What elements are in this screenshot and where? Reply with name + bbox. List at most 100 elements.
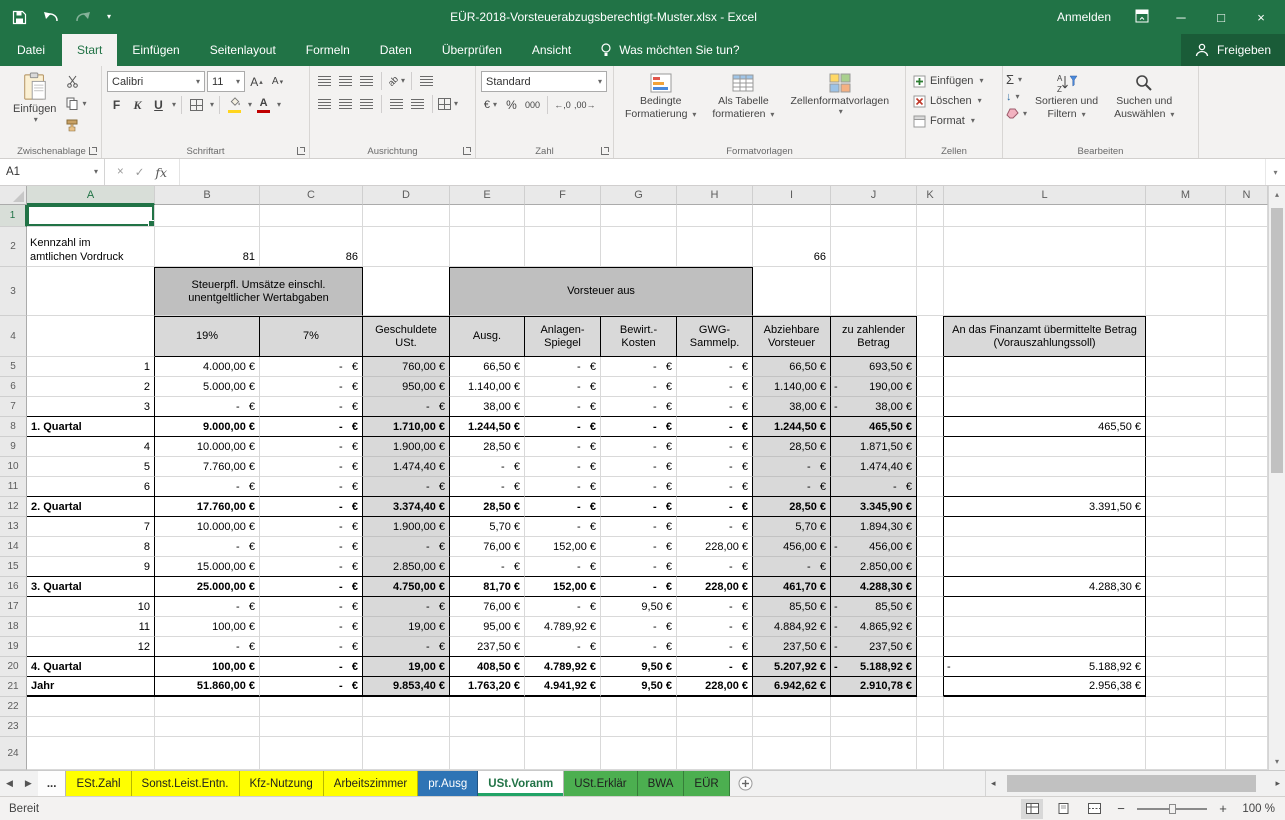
- cell-F6[interactable]: - €: [525, 377, 601, 397]
- cell-L2[interactable]: [944, 227, 1146, 267]
- row-header-18[interactable]: 18: [0, 617, 27, 637]
- cell-E4[interactable]: Ausg.: [450, 316, 525, 357]
- accounting-format-button[interactable]: €▾: [481, 95, 500, 115]
- cell-J17[interactable]: -85,50 €: [831, 597, 917, 617]
- align-middle-button[interactable]: [336, 71, 355, 91]
- decrease-decimal-button[interactable]: ,00→: [574, 95, 596, 115]
- cell-D1[interactable]: [363, 205, 450, 227]
- cell-A17[interactable]: 10: [27, 597, 155, 617]
- row-header-14[interactable]: 14: [0, 537, 27, 557]
- cell-E16[interactable]: 81,70 €: [450, 577, 525, 597]
- cell-F2[interactable]: [525, 227, 601, 267]
- horizontal-scrollbar[interactable]: ◂ ▸: [985, 771, 1285, 796]
- cell-E11[interactable]: - €: [450, 477, 525, 497]
- cell-M3[interactable]: [1146, 267, 1226, 316]
- cell-I15[interactable]: - €: [753, 557, 831, 577]
- cell-D15[interactable]: 2.850,00 €: [363, 557, 450, 577]
- cell-B13[interactable]: 10.000,00 €: [155, 517, 260, 537]
- cell-G9[interactable]: - €: [601, 437, 677, 457]
- cell-H9[interactable]: - €: [677, 437, 753, 457]
- cell-M17[interactable]: [1146, 597, 1226, 617]
- cell-A9[interactable]: 4: [27, 437, 155, 457]
- col-header-M[interactable]: M: [1146, 186, 1226, 205]
- cell-J14[interactable]: -456,00 €: [831, 537, 917, 557]
- percent-style-button[interactable]: %: [502, 95, 521, 115]
- cell-G5[interactable]: - €: [601, 357, 677, 377]
- cell-N14[interactable]: [1226, 537, 1268, 557]
- cell-L11[interactable]: [944, 477, 1146, 497]
- cell-C16[interactable]: - €: [260, 577, 363, 597]
- align-right-button[interactable]: [357, 94, 376, 114]
- cell-F19[interactable]: - €: [525, 637, 601, 657]
- cell-G11[interactable]: - €: [601, 477, 677, 497]
- cell-N23[interactable]: [1226, 717, 1268, 737]
- number-format-dropdown[interactable]: ▾: [598, 78, 602, 86]
- number-dialog-launcher[interactable]: [601, 146, 610, 155]
- cell-A4[interactable]: [27, 316, 155, 357]
- cancel-formula-button[interactable]: ×: [117, 166, 124, 178]
- select-all-corner[interactable]: [0, 186, 27, 205]
- cell-C18[interactable]: - €: [260, 617, 363, 637]
- sheet-tab-Arbeitszimmer[interactable]: Arbeitszimmer: [324, 771, 418, 796]
- cell-D24[interactable]: [363, 737, 450, 770]
- cell-H20[interactable]: - €: [677, 657, 753, 677]
- cell-A1[interactable]: [27, 205, 155, 227]
- zoom-out-button[interactable]: −: [1114, 801, 1128, 816]
- sheet-nav-left[interactable]: ◀: [0, 771, 19, 796]
- cell-F17[interactable]: - €: [525, 597, 601, 617]
- redo-button[interactable]: [75, 10, 91, 24]
- cell-A2[interactable]: Kennzahl im amtlichen Vordruck: [27, 227, 155, 267]
- cell-L3[interactable]: [944, 267, 1146, 316]
- cell-K1[interactable]: [917, 205, 944, 227]
- cell-B8[interactable]: 9.000,00 €: [155, 417, 260, 437]
- cell-M21[interactable]: [1146, 677, 1226, 697]
- cell-N16[interactable]: [1226, 577, 1268, 597]
- row-header-11[interactable]: 11: [0, 477, 27, 497]
- cell-E10[interactable]: - €: [450, 457, 525, 477]
- ribbon-tab-überprüfen[interactable]: Überprüfen: [427, 34, 517, 66]
- cell-H12[interactable]: - €: [677, 497, 753, 517]
- cell-I12[interactable]: 28,50 €: [753, 497, 831, 517]
- cell-C13[interactable]: - €: [260, 517, 363, 537]
- cell-C1[interactable]: [260, 205, 363, 227]
- ribbon-tab-daten[interactable]: Daten: [365, 34, 427, 66]
- cell-J6[interactable]: -190,00 €: [831, 377, 917, 397]
- cell-C22[interactable]: [260, 697, 363, 717]
- cell-H4[interactable]: GWG-Sammelp.: [677, 316, 753, 357]
- cell-A15[interactable]: 9: [27, 557, 155, 577]
- cell-F13[interactable]: - €: [525, 517, 601, 537]
- cell-J19[interactable]: -237,50 €: [831, 637, 917, 657]
- cell-J16[interactable]: 4.288,30 €: [831, 577, 917, 597]
- cell-N12[interactable]: [1226, 497, 1268, 517]
- find-select-button[interactable]: Suchen und Auswählen ▾: [1106, 69, 1182, 123]
- cell-J10[interactable]: 1.474,40 €: [831, 457, 917, 477]
- number-format-select[interactable]: Standard▾: [481, 71, 607, 92]
- cell-J4[interactable]: zu zahlender Betrag: [831, 316, 917, 357]
- ribbon-tab-seitenlayout[interactable]: Seitenlayout: [195, 34, 291, 66]
- cell-L22[interactable]: [944, 697, 1146, 717]
- cell-I22[interactable]: [753, 697, 831, 717]
- font-size-dropdown[interactable]: ▾: [236, 78, 240, 86]
- cell-C11[interactable]: - €: [260, 477, 363, 497]
- cell-L12[interactable]: 3.391,50 €: [944, 497, 1146, 517]
- cell-C2[interactable]: 86: [260, 227, 363, 267]
- share-button[interactable]: Freigeben: [1181, 34, 1285, 66]
- save-button[interactable]: [12, 10, 27, 25]
- sheet-tab-USt.Voranm[interactable]: USt.Voranm: [478, 771, 564, 796]
- cell-I3[interactable]: [753, 267, 831, 316]
- cell-A6[interactable]: 2: [27, 377, 155, 397]
- cell-E24[interactable]: [450, 737, 525, 770]
- cell-B1[interactable]: [155, 205, 260, 227]
- col-header-H[interactable]: H: [677, 186, 753, 205]
- cell-E7[interactable]: 38,00 €: [450, 397, 525, 417]
- cell-I13[interactable]: 5,70 €: [753, 517, 831, 537]
- cell-A20[interactable]: 4. Quartal: [27, 657, 155, 677]
- cell-E9[interactable]: 28,50 €: [450, 437, 525, 457]
- cell-A10[interactable]: 5: [27, 457, 155, 477]
- scroll-up-arrow[interactable]: ▴: [1275, 190, 1279, 199]
- formula-input[interactable]: [179, 159, 1265, 185]
- cell-J24[interactable]: [831, 737, 917, 770]
- cell-L15[interactable]: [944, 557, 1146, 577]
- sheet-tab-ESt.Zahl[interactable]: ESt.Zahl: [66, 771, 131, 796]
- ribbon-tab-ansicht[interactable]: Ansicht: [517, 34, 586, 66]
